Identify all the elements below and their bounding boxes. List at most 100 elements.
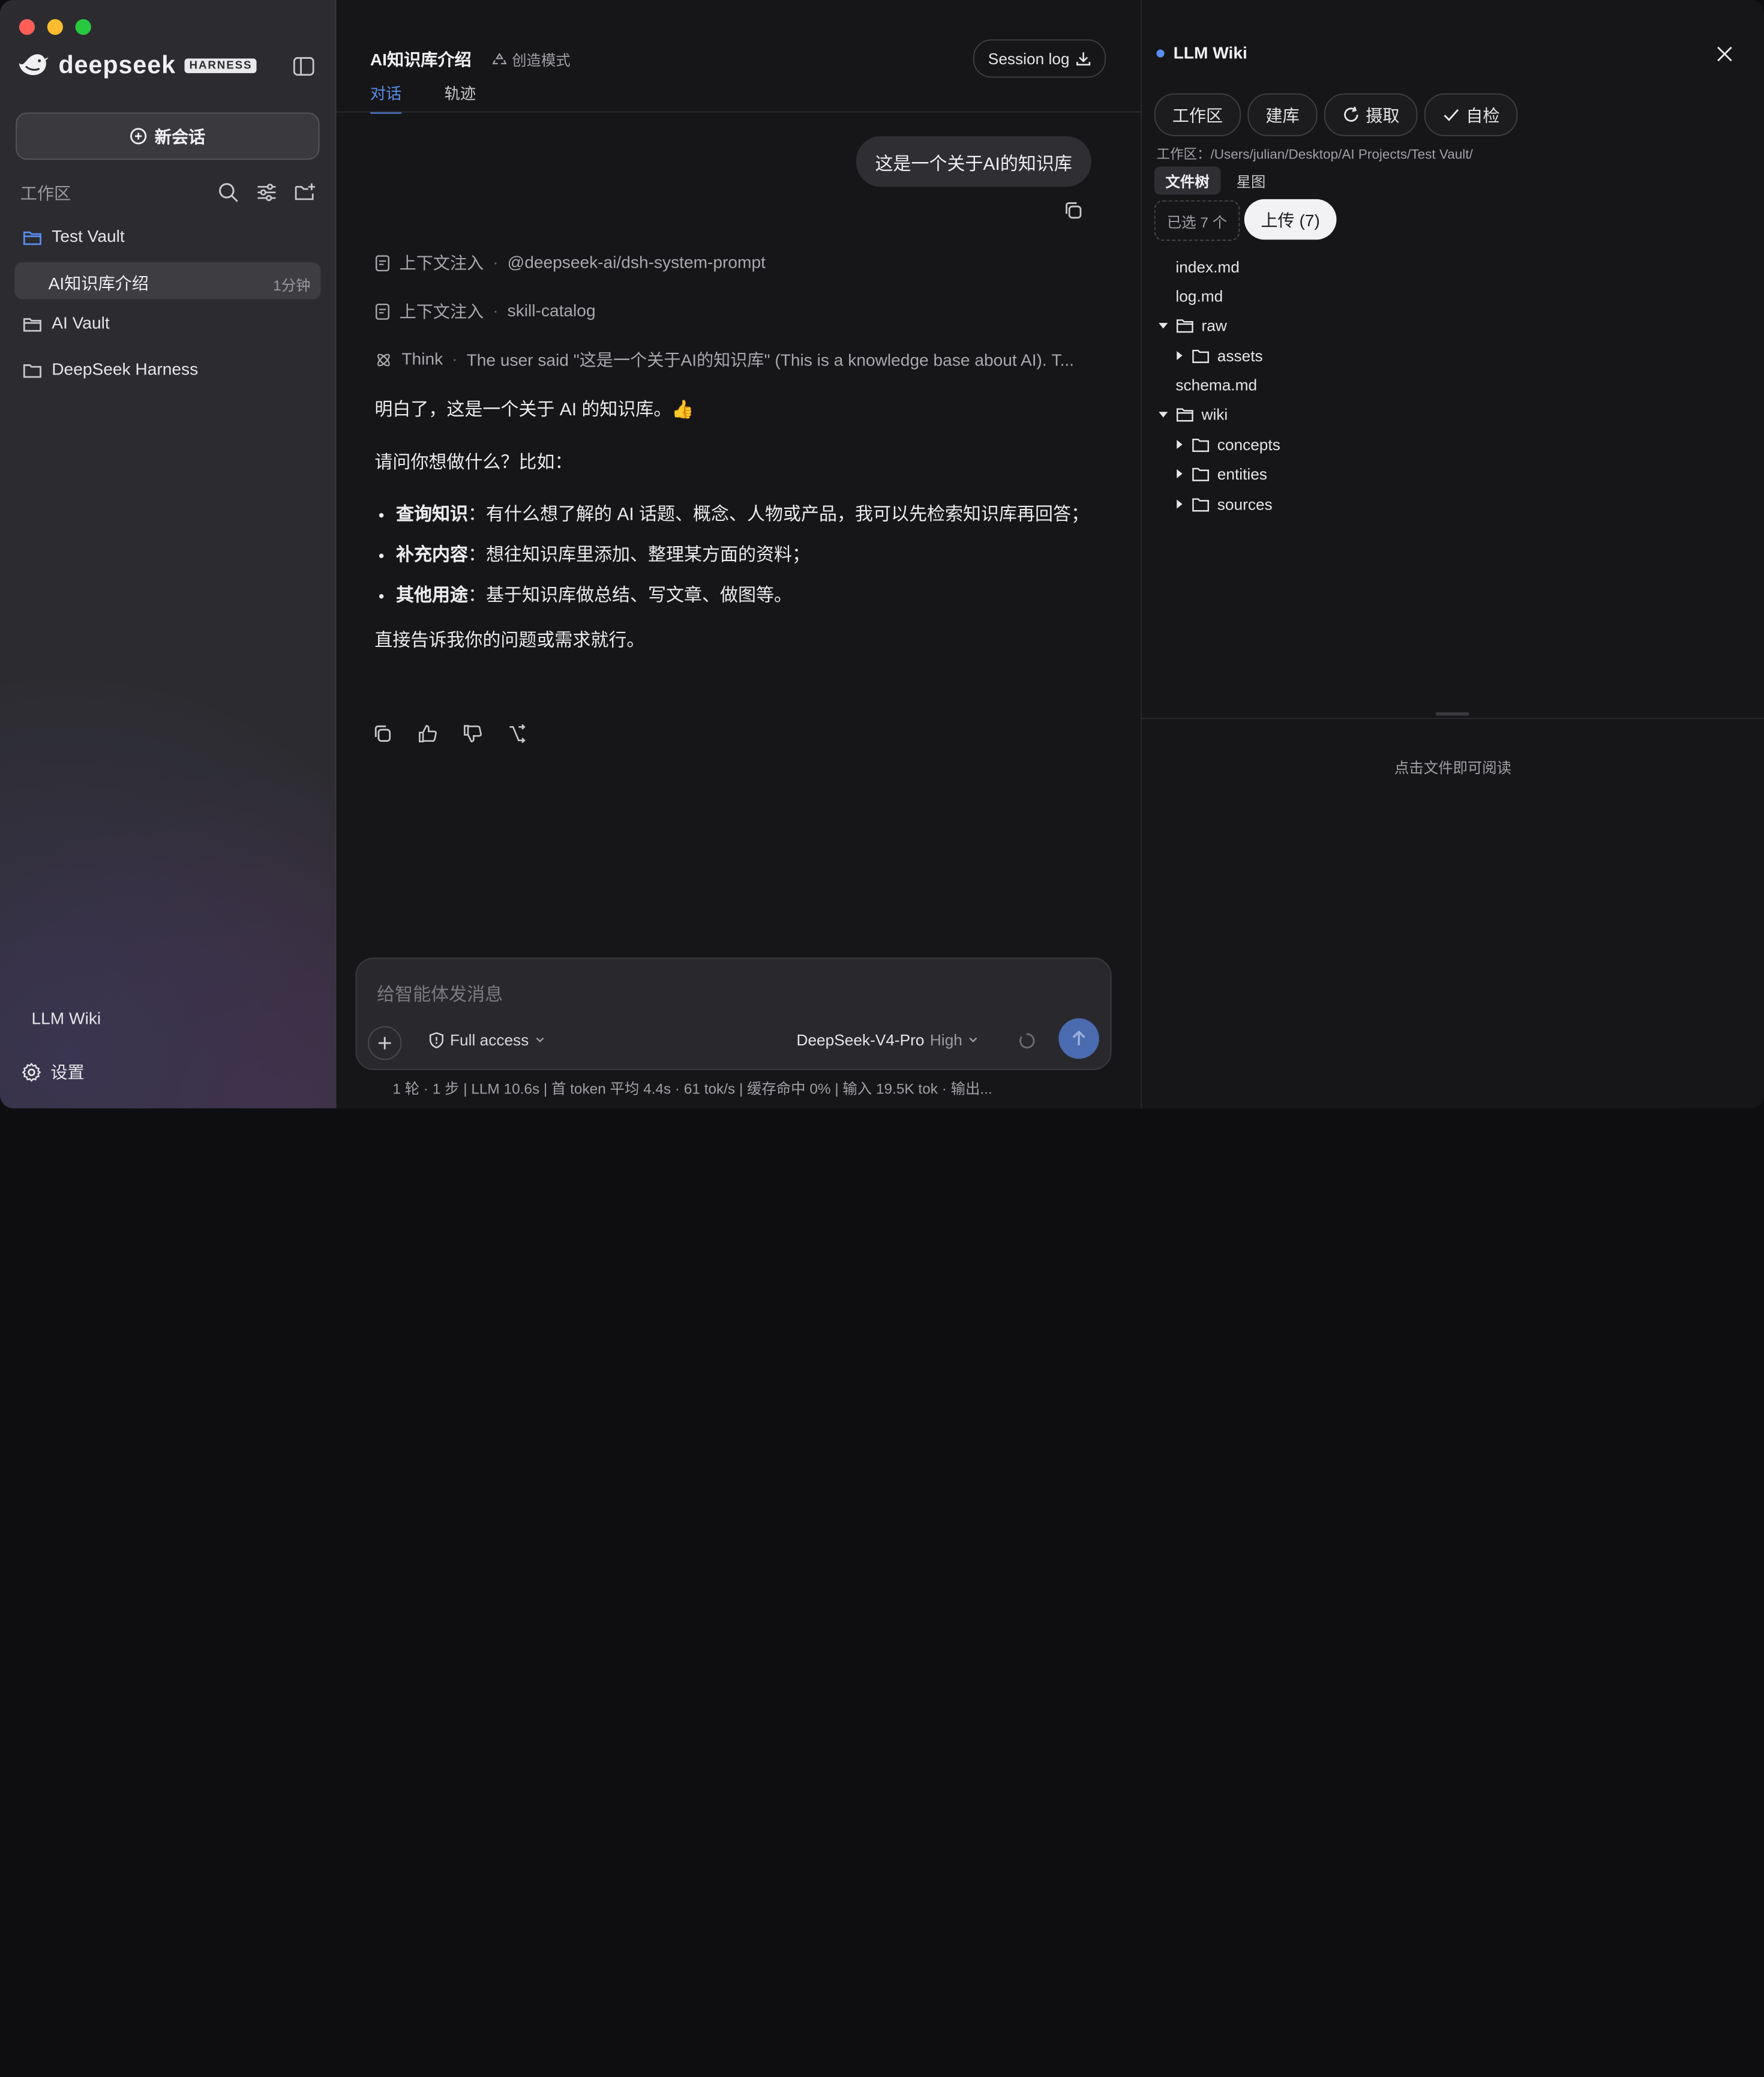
think-step[interactable]: Think · The user said "这是一个关于AI的知识库" (Th…	[374, 347, 1074, 371]
minimize-window-button[interactable]	[47, 19, 63, 35]
wiki-panel: LLM Wiki 工作区 建库 摄取 自检 工作区：/Users/julian/…	[1142, 0, 1764, 1108]
tab-star-map[interactable]: 星图	[1225, 167, 1277, 195]
message-input[interactable]: 给智能体发消息	[377, 979, 503, 1006]
resize-handle[interactable]	[1435, 712, 1469, 716]
header-divider	[336, 111, 1141, 113]
branch-icon[interactable]	[508, 724, 528, 744]
new-folder-icon[interactable]	[293, 181, 316, 204]
ingest-button[interactable]: 摄取	[1324, 93, 1418, 136]
build-library-button[interactable]: 建库	[1247, 93, 1318, 136]
tab-conversation[interactable]: 对话	[370, 82, 402, 114]
folder-icon	[1192, 438, 1209, 452]
step-separator: ·	[452, 350, 458, 369]
settings-button[interactable]: 设置	[22, 1060, 85, 1083]
folder-open-icon	[1176, 407, 1193, 421]
upload-button[interactable]: 上传 (7)	[1244, 199, 1337, 240]
folder-icon	[1192, 349, 1209, 363]
vault-name: Test Vault	[52, 227, 125, 247]
caret-down-icon	[1159, 412, 1168, 418]
mode-label: 创造模式	[512, 52, 571, 69]
vault-item-test-vault[interactable]: Test Vault	[23, 227, 125, 247]
session-item[interactable]: AI知识库介绍 1分钟	[14, 262, 321, 299]
window-controls	[19, 19, 91, 35]
arrow-up-icon	[1072, 1030, 1085, 1045]
step-separator: ·	[493, 253, 499, 272]
folder-name: raw	[1201, 316, 1227, 334]
tab-trace[interactable]: 轨迹	[445, 82, 476, 114]
button-label: 自检	[1466, 106, 1500, 126]
step-label: 上下文注入	[399, 254, 484, 274]
folder-item[interactable]: entities	[1174, 464, 1267, 482]
answer-paragraph: 明白了，这是一个关于 AI 的知识库。👍	[374, 400, 694, 420]
folder-item[interactable]: raw	[1157, 316, 1227, 334]
button-label: 建库	[1265, 106, 1300, 126]
new-chat-button[interactable]: 新会话	[16, 112, 320, 160]
attach-button[interactable]	[368, 1026, 402, 1060]
access-label: Full access	[450, 1030, 529, 1049]
vault-item-deepseek-harness[interactable]: DeepSeek Harness	[23, 360, 198, 379]
file-item[interactable]: log.md	[1175, 287, 1223, 305]
send-button[interactable]	[1058, 1018, 1099, 1059]
model-selector[interactable]: DeepSeek-V4-Pro High	[797, 1031, 980, 1049]
filter-sliders-icon[interactable]	[256, 181, 278, 204]
model-name: DeepSeek-V4-Pro	[796, 1030, 925, 1049]
step-label: 上下文注入	[399, 302, 484, 322]
step-detail: @deepseek-ai/dsh-system-prompt	[507, 253, 766, 272]
gear-icon	[22, 1062, 41, 1081]
status-bar: 1 轮 · 1 步 | LLM 10.6s | 首 token 平均 4.4s …	[392, 1080, 992, 1098]
selected-count-badge[interactable]: 已选 7 个	[1154, 200, 1240, 241]
panel-divider	[1142, 718, 1764, 720]
search-icon[interactable]	[217, 181, 240, 204]
shield-alert-icon	[429, 1032, 444, 1048]
assistant-message: 明白了，这是一个关于 AI 的知识库。👍 请问你想做什么？比如： 查询知识：有什…	[374, 394, 1094, 658]
reader-hint: 点击文件即可阅读	[1394, 759, 1512, 777]
sidebar: deepseek HARNESS 新会话 工作区 Test Vault AI知识…	[0, 0, 337, 1108]
access-dropdown[interactable]: Full access	[428, 1031, 545, 1049]
new-chat-label: 新会话	[154, 127, 206, 147]
file-item[interactable]: schema.md	[1175, 376, 1257, 394]
close-icon[interactable]	[1715, 44, 1735, 64]
folder-name: sources	[1217, 495, 1273, 513]
loading-spinner-icon	[1019, 1033, 1035, 1049]
settings-label: 设置	[50, 1063, 85, 1083]
thumbs-down-icon[interactable]	[463, 724, 483, 744]
step-separator: ·	[493, 301, 499, 321]
self-check-button[interactable]: 自检	[1424, 93, 1518, 136]
sidebar-llm-wiki-link[interactable]: LLM Wiki	[32, 1009, 101, 1029]
button-label: 工作区	[1172, 106, 1223, 126]
copy-icon[interactable]	[1063, 200, 1084, 221]
folder-item[interactable]: wiki	[1157, 405, 1228, 423]
folder-item[interactable]: concepts	[1174, 436, 1280, 454]
file-name: log.md	[1175, 287, 1223, 305]
workspace-button[interactable]: 工作区	[1154, 93, 1241, 136]
atom-icon	[377, 353, 390, 366]
step-label: Think	[401, 350, 443, 369]
folder-name: concepts	[1217, 435, 1280, 454]
check-icon	[1444, 109, 1459, 121]
caret-right-icon	[1177, 499, 1183, 509]
context-injection-step[interactable]: 上下文注入 · @deepseek-ai/dsh-system-prompt	[374, 251, 766, 274]
copy-icon[interactable]	[373, 724, 393, 744]
session-log-button[interactable]: Session log	[973, 39, 1106, 78]
document-icon	[375, 254, 390, 271]
recycle-icon	[492, 52, 507, 64]
thumbs-up-icon[interactable]	[418, 724, 438, 744]
tab-file-tree[interactable]: 文件树	[1154, 166, 1221, 195]
folder-item[interactable]: assets	[1174, 347, 1263, 365]
zoom-window-button[interactable]	[75, 19, 91, 35]
sidebar-toggle-icon[interactable]	[293, 56, 316, 77]
wiki-panel-header: LLM Wiki	[1156, 44, 1247, 63]
session-time: 1分钟	[273, 277, 311, 294]
vault-item-ai-vault[interactable]: AI Vault	[23, 314, 110, 333]
brand-name: deepseek	[58, 50, 176, 79]
context-injection-step[interactable]: 上下文注入 · skill-catalog	[374, 299, 596, 323]
chat-tabs: 对话 轨迹	[370, 82, 476, 114]
mode-indicator[interactable]: 创造模式	[491, 49, 571, 70]
step-detail: The user said "这是一个关于AI的知识库" (This is a …	[466, 351, 1075, 370]
close-window-button[interactable]	[19, 19, 35, 35]
file-item[interactable]: index.md	[1175, 257, 1240, 275]
folder-name: wiki	[1201, 405, 1228, 423]
folder-item[interactable]: sources	[1174, 495, 1273, 513]
list-item-text: ：想往知识库里添加、整理某方面的资料；	[468, 546, 811, 565]
list-item-text: ：基于知识库做总结、写文章、做图等。	[468, 586, 793, 606]
